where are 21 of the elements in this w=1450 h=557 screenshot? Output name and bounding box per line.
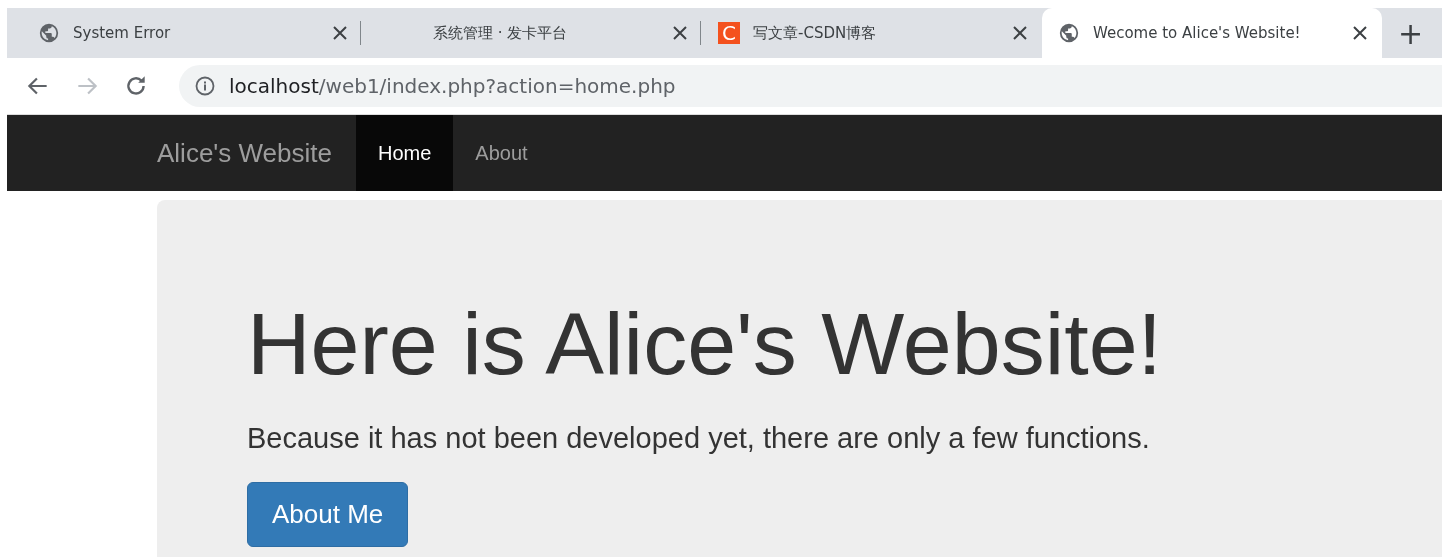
address-bar[interactable]: localhost/web1/index.php?action=home.php <box>179 65 1442 107</box>
nav-link[interactable]: About <box>453 115 550 191</box>
close-icon[interactable] <box>1013 26 1027 40</box>
browser-tab[interactable]: 系统管理 · 发卡平台 <box>362 8 702 58</box>
browser-tab[interactable]: System Error <box>22 8 362 58</box>
info-icon[interactable] <box>195 76 215 96</box>
browser-tab[interactable]: C 写文章-CSDN博客 <box>702 8 1042 58</box>
close-icon[interactable] <box>673 26 687 40</box>
page-heading: Here is Alice's Website! <box>247 300 1164 388</box>
close-icon[interactable] <box>1353 26 1367 40</box>
globe-icon <box>38 22 60 44</box>
site-brand[interactable]: Alice's Website <box>157 115 356 191</box>
globe-icon <box>1058 22 1080 44</box>
new-tab-button[interactable]: + <box>1382 8 1439 58</box>
url-text: localhost/web1/index.php?action=home.php <box>229 74 676 98</box>
about-me-button[interactable]: About Me <box>247 482 409 547</box>
nav-link[interactable]: Home <box>356 115 454 191</box>
intro-text: Because it has not been developed yet, there are only a few functions. <box>247 422 1151 455</box>
close-icon[interactable] <box>333 26 347 40</box>
site-logo-icon: C <box>718 22 740 44</box>
browser-tab[interactable]: Wecome to Alice's Website! <box>1042 8 1382 58</box>
